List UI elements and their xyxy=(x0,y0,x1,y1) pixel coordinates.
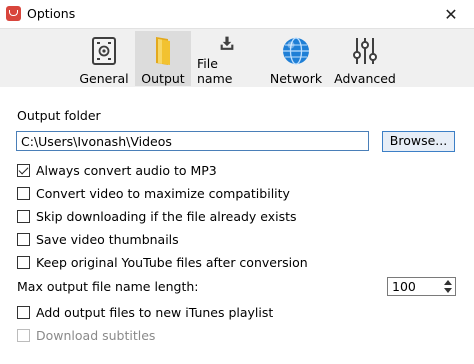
settings-box-icon xyxy=(92,37,116,65)
option-convert-video-compat[interactable]: Convert video to maximize compatibility xyxy=(17,185,290,201)
tab-general[interactable]: General xyxy=(78,31,130,86)
close-button[interactable]: ✕ xyxy=(428,0,474,28)
output-panel xyxy=(0,87,474,364)
tab-label: Output xyxy=(141,71,185,86)
folder-icon xyxy=(156,37,170,65)
max-length-value[interactable]: 100 xyxy=(392,279,416,294)
checkbox[interactable] xyxy=(17,209,30,223)
app-icon xyxy=(6,6,21,21)
globe-icon xyxy=(283,37,309,65)
checkbox-label: Save video thumbnails xyxy=(36,231,179,247)
checkbox-label: Add output files to new iTunes playlist xyxy=(36,304,274,320)
options-toolbar: General Output File name Network Advance… xyxy=(0,28,474,88)
tab-file-name[interactable]: File name xyxy=(197,31,257,86)
option-itunes-playlist[interactable]: Add output files to new iTunes playlist xyxy=(17,304,273,320)
sliders-icon xyxy=(353,38,377,64)
title-bar: Options ✕ xyxy=(0,0,474,28)
stepper-arrows[interactable] xyxy=(442,279,454,294)
output-folder-label: Output folder xyxy=(17,108,101,123)
option-skip-existing[interactable]: Skip downloading if the file already exi… xyxy=(17,208,297,224)
checkbox-label: Skip downloading if the file already exi… xyxy=(36,208,297,224)
tab-label: Advanced xyxy=(334,71,396,86)
option-convert-audio-mp3[interactable]: Always convert audio to MP3 xyxy=(17,162,217,178)
option-save-thumbnails[interactable]: Save video thumbnails xyxy=(17,231,179,247)
checkbox[interactable] xyxy=(17,255,30,269)
tab-label: Network xyxy=(269,71,323,86)
checkbox[interactable] xyxy=(17,232,30,246)
download-tray-icon xyxy=(220,36,234,50)
browse-button[interactable]: Browse... xyxy=(382,131,455,152)
max-length-label: Max output file name length: xyxy=(17,279,199,294)
tab-network[interactable]: Network xyxy=(268,31,324,86)
output-folder-field[interactable]: C:\Users\Ivonash\Videos xyxy=(16,131,369,151)
checkbox[interactable] xyxy=(17,163,30,177)
window-title: Options xyxy=(27,6,76,21)
option-download-subtitles: Download subtitles xyxy=(17,327,155,343)
checkbox-label: Convert video to maximize compatibility xyxy=(36,185,290,201)
tab-output[interactable]: Output xyxy=(135,31,191,86)
option-keep-original[interactable]: Keep original YouTube files after conver… xyxy=(17,254,308,270)
max-length-stepper[interactable]: 100 xyxy=(387,277,456,296)
checkbox[interactable] xyxy=(17,186,30,200)
checkbox-label: Keep original YouTube files after conver… xyxy=(36,254,308,270)
close-icon: ✕ xyxy=(444,4,458,24)
checkbox[interactable] xyxy=(17,305,30,319)
stepper-up-icon[interactable] xyxy=(444,280,452,285)
tab-label: File name xyxy=(197,56,233,86)
tab-label: General xyxy=(79,71,129,86)
checkbox-label: Always convert audio to MP3 xyxy=(36,162,217,178)
tab-advanced[interactable]: Advanced xyxy=(334,31,396,86)
checkbox-label: Download subtitles xyxy=(36,327,156,343)
stepper-down-icon[interactable] xyxy=(444,288,452,293)
checkbox xyxy=(17,328,30,342)
